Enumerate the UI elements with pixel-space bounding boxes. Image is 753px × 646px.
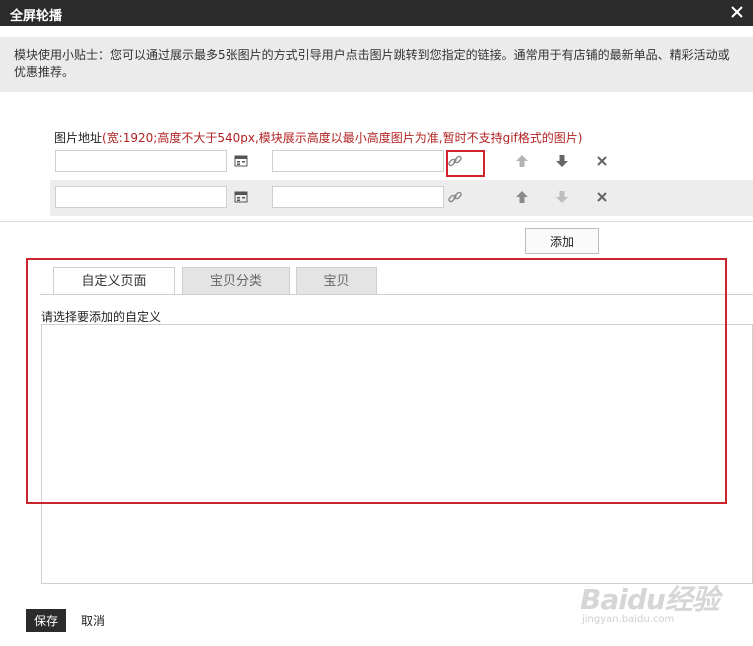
arrow-up-icon[interactable] bbox=[514, 189, 530, 205]
arrow-up-icon[interactable] bbox=[514, 153, 530, 169]
image-row bbox=[50, 180, 753, 216]
arrow-down-icon[interactable] bbox=[554, 153, 570, 169]
image-picker-icon[interactable] bbox=[233, 189, 249, 205]
image-url-input[interactable] bbox=[55, 186, 227, 208]
watermark-logo: Baidu经验 bbox=[580, 583, 720, 616]
section-divider bbox=[0, 221, 753, 222]
image-row bbox=[50, 144, 753, 180]
watermark-url: jingyan.baidu.com bbox=[582, 614, 675, 625]
dialog-titlebar: 全屏轮播 bbox=[0, 0, 753, 26]
tabs-highlight-box bbox=[26, 258, 727, 504]
link-icon[interactable] bbox=[447, 189, 463, 205]
watermark: Baidu经验 jingyan.baidu.com bbox=[576, 568, 726, 634]
add-button[interactable]: 添加 bbox=[525, 228, 599, 254]
dialog-title: 全屏轮播 bbox=[10, 9, 63, 24]
image-address-title: 图片地址 bbox=[54, 131, 103, 145]
image-url-input[interactable] bbox=[55, 150, 227, 172]
cancel-button[interactable]: 取消 bbox=[78, 609, 108, 632]
link-icon-highlight-box bbox=[446, 150, 485, 177]
link-url-input[interactable] bbox=[272, 186, 444, 208]
delete-icon[interactable] bbox=[594, 153, 610, 169]
image-picker-icon[interactable] bbox=[233, 153, 249, 169]
usage-tip: 模块使用小贴士：您可以通过展示最多5张图片的方式引导用户点击图片跳转到您指定的链… bbox=[0, 37, 753, 92]
close-icon[interactable] bbox=[729, 4, 745, 20]
delete-icon[interactable] bbox=[594, 189, 610, 205]
save-button[interactable]: 保存 bbox=[26, 609, 66, 632]
link-url-input[interactable] bbox=[272, 150, 444, 172]
image-address-note: (宽:1920;高度不大于540px,模块展示高度以最小高度图片为准,暂时不支持… bbox=[102, 131, 583, 145]
arrow-down-icon[interactable] bbox=[554, 189, 570, 205]
